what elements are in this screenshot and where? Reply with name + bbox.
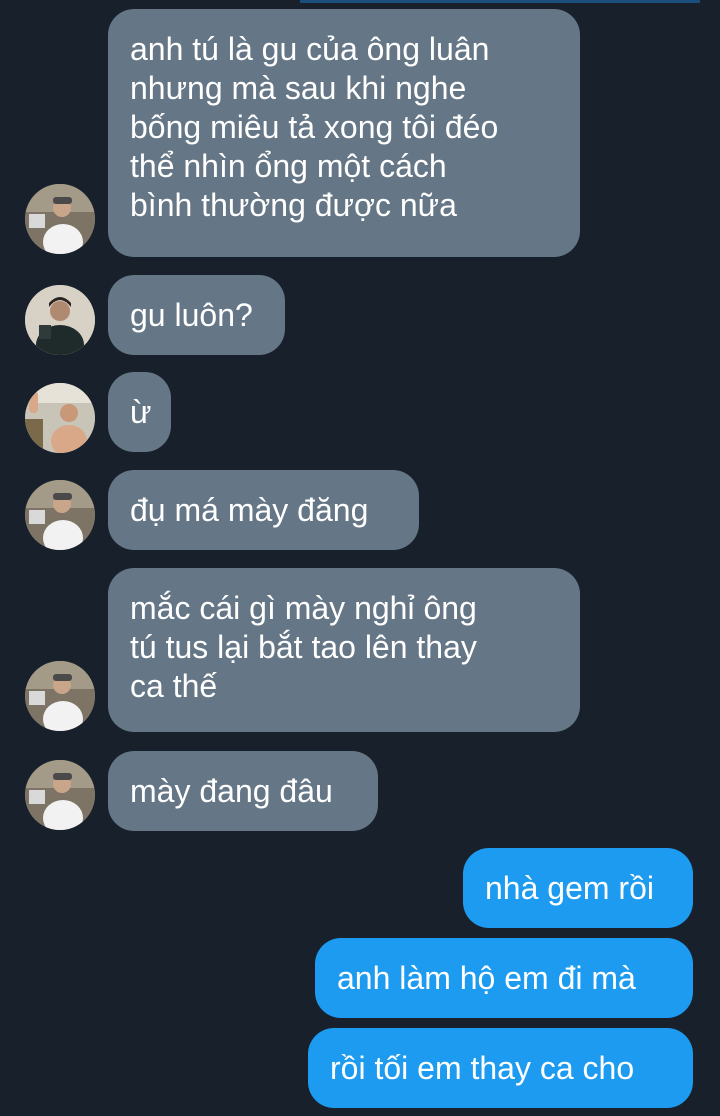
message-bubble-outgoing[interactable]: anh làm hộ em đi mà xyxy=(315,938,693,1018)
avatar-white-shirt-cap-icon xyxy=(25,480,95,550)
avatar-shirtless-waving-icon xyxy=(25,383,95,453)
message-bubble-outgoing[interactable]: nhà gem rồi xyxy=(463,848,693,928)
message-bubble-incoming[interactable]: mắc cái gì mày nghỉ ông tú tus lại bắt t… xyxy=(108,568,580,732)
avatar[interactable] xyxy=(25,383,95,453)
message-bubble-incoming[interactable]: đụ má mày đăng xyxy=(108,470,419,550)
top-divider xyxy=(300,0,700,3)
avatar-white-shirt-cap-icon xyxy=(25,184,95,254)
avatar-white-shirt-cap-icon xyxy=(25,661,95,731)
message-bubble-incoming[interactable]: anh tú là gu của ông luân nhưng mà sau k… xyxy=(108,9,580,257)
message-bubble-incoming[interactable]: ừ xyxy=(108,372,171,452)
message-bubble-outgoing[interactable]: rồi tối em thay ca cho xyxy=(308,1028,693,1108)
message-bubble-incoming[interactable]: mày đang đâu xyxy=(108,751,378,831)
avatar[interactable] xyxy=(25,480,95,550)
avatar-dark-jacket-icon xyxy=(25,285,95,355)
avatar[interactable] xyxy=(25,760,95,830)
message-bubble-incoming[interactable]: gu luôn? xyxy=(108,275,285,355)
avatar[interactable] xyxy=(25,285,95,355)
avatar[interactable] xyxy=(25,184,95,254)
avatar[interactable] xyxy=(25,661,95,731)
avatar-white-shirt-cap-icon xyxy=(25,760,95,830)
